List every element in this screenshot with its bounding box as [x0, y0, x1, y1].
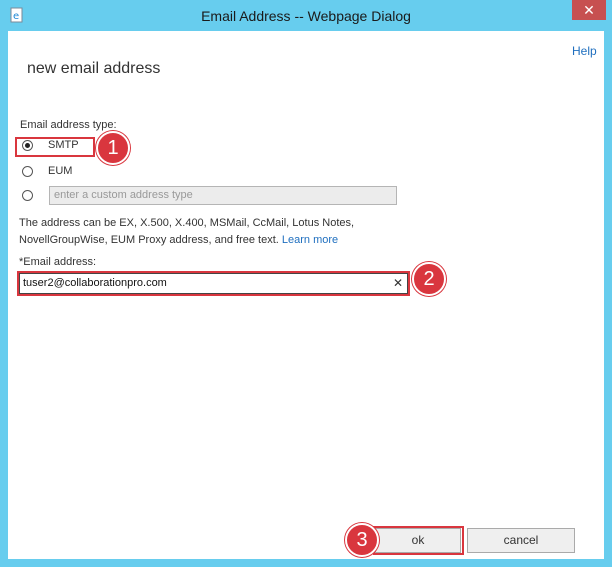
step2-highlight: [17, 271, 410, 296]
email-address-label: *Email address:: [19, 256, 97, 268]
step3-highlight: [373, 526, 464, 555]
radio-custom[interactable]: [18, 187, 38, 205]
step1-badge: 1: [96, 131, 130, 165]
help-link[interactable]: Help: [572, 44, 597, 58]
radio-label-eum: EUM: [48, 165, 73, 177]
radio-button-eum[interactable]: [22, 166, 33, 177]
window-title: Email Address -- Webpage Dialog: [201, 8, 411, 24]
learn-more-link[interactable]: Learn more: [282, 234, 338, 246]
step2-badge: 2: [412, 262, 446, 296]
radio-button-custom[interactable]: [22, 190, 33, 201]
dialog-content: Help new email address Email address typ…: [8, 31, 604, 559]
custom-address-type-input[interactable]: enter a custom address type: [49, 186, 397, 205]
address-type-label: Email address type:: [20, 119, 117, 131]
dialog-window: e Email Address -- Webpage Dialog ✕ Help…: [0, 0, 612, 567]
step3-badge: 3: [345, 523, 379, 557]
radio-eum[interactable]: EUM: [18, 163, 88, 181]
page-title: new email address: [27, 60, 161, 77]
step1-highlight: [15, 137, 95, 157]
cancel-button[interactable]: cancel: [467, 528, 575, 553]
close-button[interactable]: ✕: [572, 0, 606, 20]
title-bar: e Email Address -- Webpage Dialog ✕: [0, 0, 612, 31]
address-description: The address can be EX, X.500, X.400, MSM…: [19, 215, 379, 249]
